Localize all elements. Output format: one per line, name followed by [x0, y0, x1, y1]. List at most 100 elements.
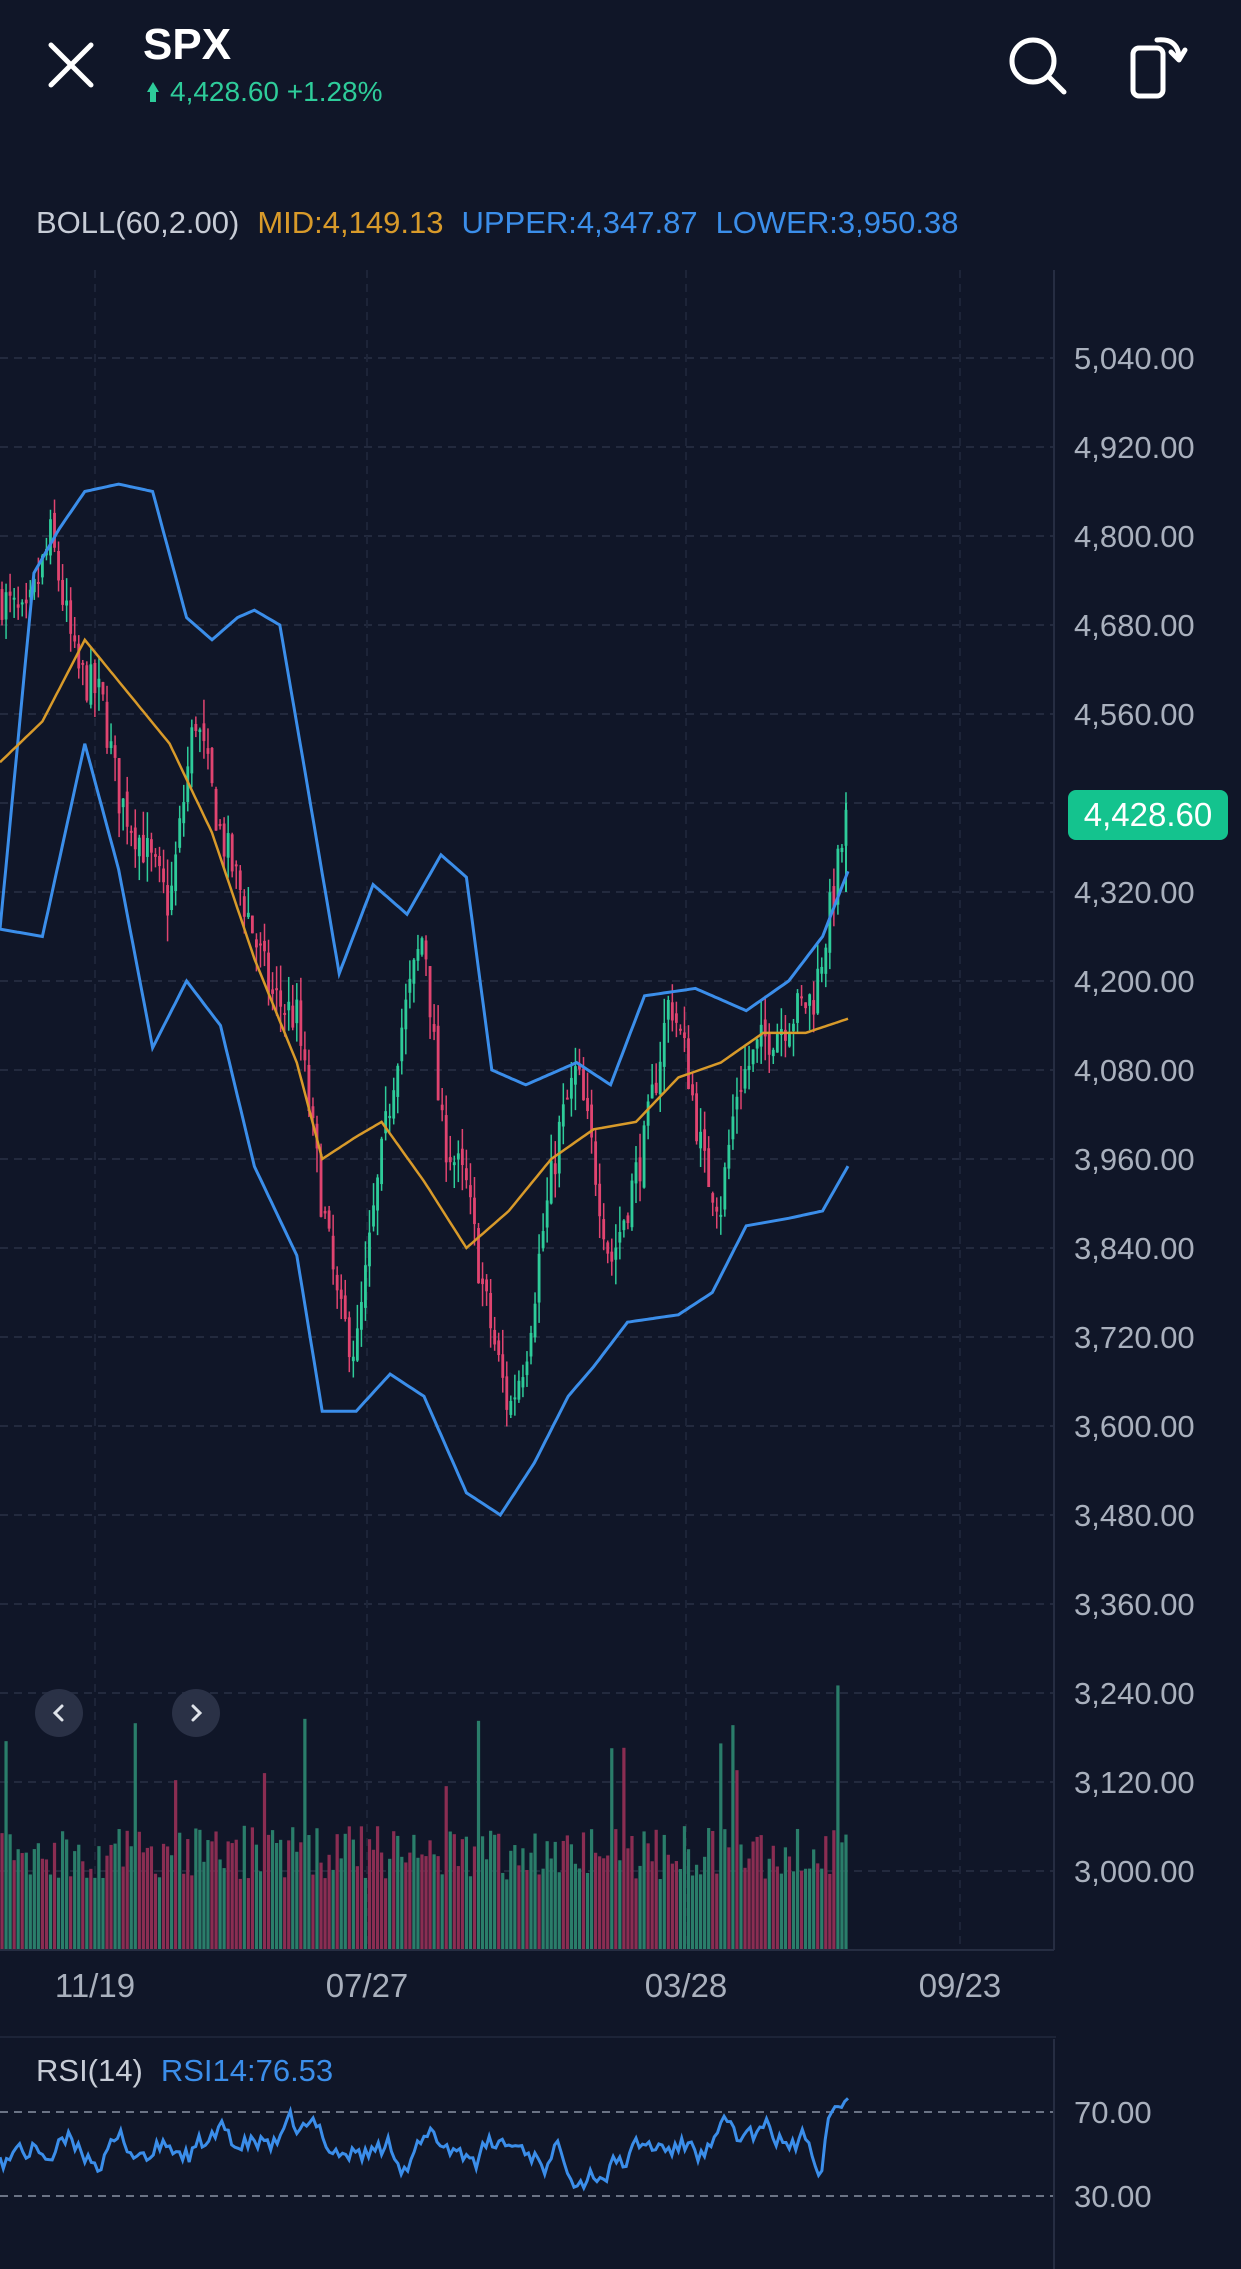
candle-body — [198, 729, 202, 733]
volume-bar — [489, 1830, 493, 1950]
candle-body — [614, 1247, 618, 1260]
candle-body — [735, 1096, 739, 1110]
boll-legend: BOLL(60,2.00) MID:4,149.13 UPPER:4,347.8… — [36, 205, 959, 241]
volume-bar — [840, 1842, 844, 1950]
candle-body — [529, 1332, 533, 1357]
candle-body — [359, 1302, 363, 1330]
y-tick-label: 4,560.00 — [1074, 697, 1195, 732]
candle-body — [440, 1104, 444, 1111]
volume-bar — [513, 1845, 517, 1950]
candle-body — [545, 1200, 549, 1228]
rsi-tick-70: 70.00 — [1074, 2095, 1152, 2130]
volume-bar — [557, 1872, 561, 1950]
price-chart[interactable]: 5,040.00 4,920.00 4,800.00 4,680.00 4,560.00… — [0, 270, 1241, 2030]
candle-body — [194, 724, 198, 731]
y-tick-label: 3,000.00 — [1074, 1854, 1195, 1889]
candle-body — [218, 824, 222, 827]
volume-bar — [121, 1866, 125, 1950]
volume-bar — [202, 1861, 206, 1950]
candle-body — [368, 1232, 371, 1267]
candle-body — [36, 581, 40, 584]
candle-body — [594, 1141, 598, 1185]
candle-body — [69, 600, 73, 634]
volume-bar — [791, 1871, 796, 1950]
candle-body — [150, 839, 153, 853]
candle-body — [388, 1115, 392, 1119]
candle-body — [456, 1153, 460, 1160]
volume-bar — [97, 1846, 101, 1950]
volume-bar — [832, 1830, 836, 1950]
y-tick-label: 4,680.00 — [1074, 608, 1195, 643]
volume-bar — [125, 1830, 129, 1950]
candle-body — [602, 1219, 606, 1240]
volume-bar — [694, 1864, 699, 1950]
candle-body — [432, 1024, 436, 1032]
candle-body — [751, 1049, 755, 1065]
candle-body — [154, 854, 157, 857]
volume-bar — [412, 1834, 416, 1950]
y-tick-label: 4,200.00 — [1074, 964, 1195, 999]
volume-bar — [727, 1847, 731, 1950]
candle-body — [246, 912, 250, 918]
boll-lower-line — [0, 743, 850, 1518]
search-button[interactable] — [1000, 28, 1076, 104]
rsi-chart[interactable]: 70.00 30.00 — [0, 2039, 1241, 2269]
volume-bar — [747, 1858, 751, 1950]
candle-body — [436, 1025, 440, 1101]
candle-body — [707, 1148, 711, 1188]
volume-bar — [585, 1872, 590, 1950]
rotate-button[interactable] — [1118, 26, 1198, 106]
boll-name: BOLL(60,2.00) — [36, 205, 240, 240]
candle-body — [549, 1160, 553, 1204]
volume-bar — [545, 1841, 549, 1950]
volume-bar — [145, 1847, 150, 1950]
scroll-left-button[interactable] — [35, 1689, 83, 1737]
candle-body — [343, 1295, 347, 1319]
candle-body — [622, 1220, 626, 1231]
volume-bar — [408, 1852, 412, 1950]
candle-body — [178, 818, 182, 848]
y-tick-label: 3,720.00 — [1074, 1320, 1195, 1355]
candle-body — [166, 885, 169, 916]
y-tick-label: 3,960.00 — [1074, 1142, 1195, 1177]
candle-body — [485, 1279, 489, 1292]
volume-bar — [703, 1856, 707, 1950]
price-change-text: 4,428.60 +1.28% — [170, 76, 383, 107]
volume-bar — [771, 1845, 775, 1950]
candle-body — [162, 868, 165, 883]
volume-bar — [775, 1866, 779, 1950]
candle-body — [683, 1032, 686, 1039]
candle-body — [501, 1354, 505, 1378]
y-tick-label: 4,080.00 — [1074, 1053, 1195, 1088]
close-button[interactable] — [36, 30, 106, 100]
candle-body — [775, 1033, 779, 1053]
volume-bar — [363, 1877, 368, 1950]
candle-body — [299, 1000, 303, 1046]
volume-bar — [803, 1868, 808, 1950]
volume-bar — [622, 1747, 626, 1950]
candle-body — [53, 512, 56, 548]
volume-bar — [493, 1834, 497, 1950]
volume-bar — [428, 1840, 432, 1950]
candle-body — [598, 1183, 602, 1217]
candle-body — [347, 1317, 351, 1358]
candle-body — [113, 745, 117, 758]
candle-body — [287, 1001, 291, 1011]
candle-body — [182, 802, 186, 824]
candle-body — [396, 1065, 400, 1097]
volume-bar — [440, 1874, 444, 1950]
volume-bar — [654, 1829, 658, 1950]
volume-bar — [153, 1873, 158, 1950]
candle-body — [49, 519, 52, 556]
candle-body — [497, 1340, 501, 1356]
candle-body — [699, 1131, 703, 1149]
candle-body — [335, 1274, 339, 1291]
volume-bar — [315, 1828, 319, 1950]
volume-bar — [52, 1842, 57, 1950]
scroll-right-button[interactable] — [172, 1689, 220, 1737]
volume-bar — [137, 1831, 141, 1950]
y-tick-label: 3,480.00 — [1074, 1498, 1195, 1533]
candle-body — [105, 701, 109, 748]
candle-body — [695, 1093, 698, 1142]
candle-body — [824, 947, 828, 974]
